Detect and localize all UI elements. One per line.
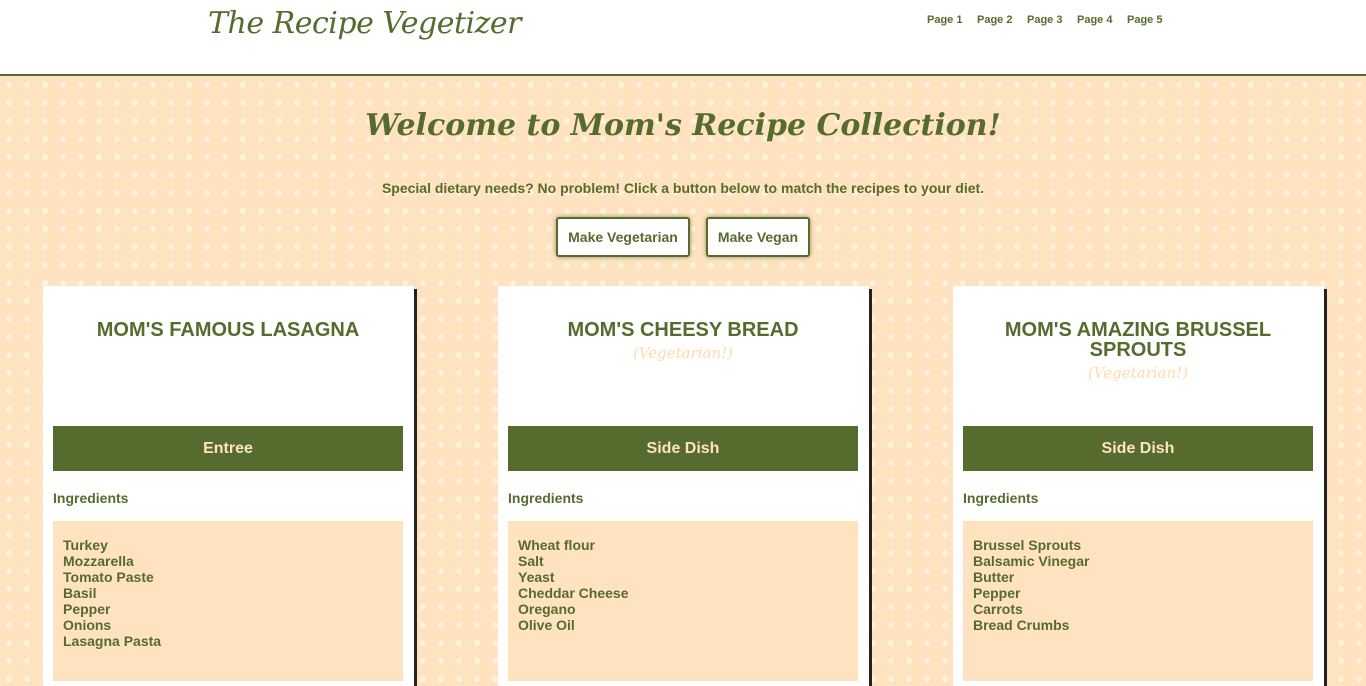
recipe-category: Side Dish bbox=[508, 426, 858, 471]
recipe-category: Side Dish bbox=[963, 426, 1313, 471]
make-vegetarian-button[interactable]: Make Vegetarian bbox=[556, 217, 690, 257]
ingredients-label: Ingredients bbox=[508, 490, 584, 506]
recipe-title-text: MOM'S FAMOUS LASAGNA bbox=[96, 319, 360, 341]
recipe-card-lasagna: MOM'S FAMOUS LASAGNA Entree Ingredients … bbox=[43, 286, 414, 686]
site-logo[interactable]: The Recipe Vegetizer bbox=[208, 6, 522, 41]
nav-page-5[interactable]: Page 5 bbox=[1127, 14, 1177, 26]
list-item: Bread Crumbs bbox=[973, 617, 1070, 633]
ingredients-list: Brussel Sprouts Balsamic Vinegar Butter … bbox=[963, 521, 1313, 681]
nav-page-1[interactable]: Page 1 bbox=[927, 14, 977, 26]
vegetarian-tag: (Vegetarian!) bbox=[1087, 364, 1189, 382]
list-item: Brussel Sprouts bbox=[973, 537, 1082, 553]
top-nav: Page 1 Page 2 Page 3 Page 4 Page 5 bbox=[927, 14, 1177, 26]
ingredients-label: Ingredients bbox=[53, 490, 129, 506]
recipe-card-cheesy-bread: MOM'S CHEESY BREAD (Vegetarian!) Side Di… bbox=[498, 286, 869, 686]
recipe-title-text: MOM'S AMAZING BRUSSEL SPROUTS bbox=[1004, 319, 1272, 361]
list-item: Pepper bbox=[63, 601, 111, 617]
ingredients-label: Ingredients bbox=[963, 490, 1039, 506]
list-item: Wheat flour bbox=[518, 537, 595, 553]
recipe-card-brussel-sprouts: MOM'S AMAZING BRUSSEL SPROUTS (Vegetaria… bbox=[953, 286, 1324, 686]
list-item: Carrots bbox=[973, 601, 1023, 617]
list-item: Butter bbox=[973, 569, 1015, 585]
list-item: Pepper bbox=[973, 585, 1021, 601]
recipe-category: Entree bbox=[53, 426, 403, 471]
list-item: Salt bbox=[518, 553, 544, 569]
list-item: Turkey bbox=[63, 537, 108, 553]
welcome-heading: Welcome to Mom's Recipe Collection! bbox=[365, 108, 1001, 143]
recipe-title: MOM'S CHEESY BREAD (Vegetarian!) bbox=[508, 320, 858, 363]
list-item: Mozzarella bbox=[63, 553, 134, 569]
nav-page-2[interactable]: Page 2 bbox=[977, 14, 1027, 26]
ingredients-list: Wheat flour Salt Yeast Cheddar Cheese Or… bbox=[508, 521, 858, 681]
recipe-title: MOM'S AMAZING BRUSSEL SPROUTS (Vegetaria… bbox=[963, 320, 1313, 383]
vegetarian-tag: (Vegetarian!) bbox=[632, 344, 734, 362]
list-item: Onions bbox=[63, 617, 112, 633]
site-header: The Recipe Vegetizer Page 1 Page 2 Page … bbox=[0, 0, 1366, 76]
recipe-title: MOM'S FAMOUS LASAGNA bbox=[53, 320, 403, 343]
dietary-instructions: Special dietary needs? No problem! Click… bbox=[381, 180, 985, 196]
list-item: Oregano bbox=[518, 601, 576, 617]
list-item: Cheddar Cheese bbox=[518, 585, 629, 601]
recipe-title-text: MOM'S CHEESY BREAD bbox=[567, 319, 799, 341]
list-item: Tomato Paste bbox=[63, 569, 154, 585]
nav-page-4[interactable]: Page 4 bbox=[1077, 14, 1127, 26]
list-item: Balsamic Vinegar bbox=[973, 553, 1090, 569]
list-item: Lasagna Pasta bbox=[63, 633, 162, 649]
list-item: Olive Oil bbox=[518, 617, 575, 633]
list-item: Basil bbox=[63, 585, 97, 601]
list-item: Yeast bbox=[518, 569, 555, 585]
make-vegan-button[interactable]: Make Vegan bbox=[706, 217, 810, 257]
nav-page-3[interactable]: Page 3 bbox=[1027, 14, 1077, 26]
ingredients-list: Turkey Mozzarella Tomato Paste Basil Pep… bbox=[53, 521, 403, 681]
